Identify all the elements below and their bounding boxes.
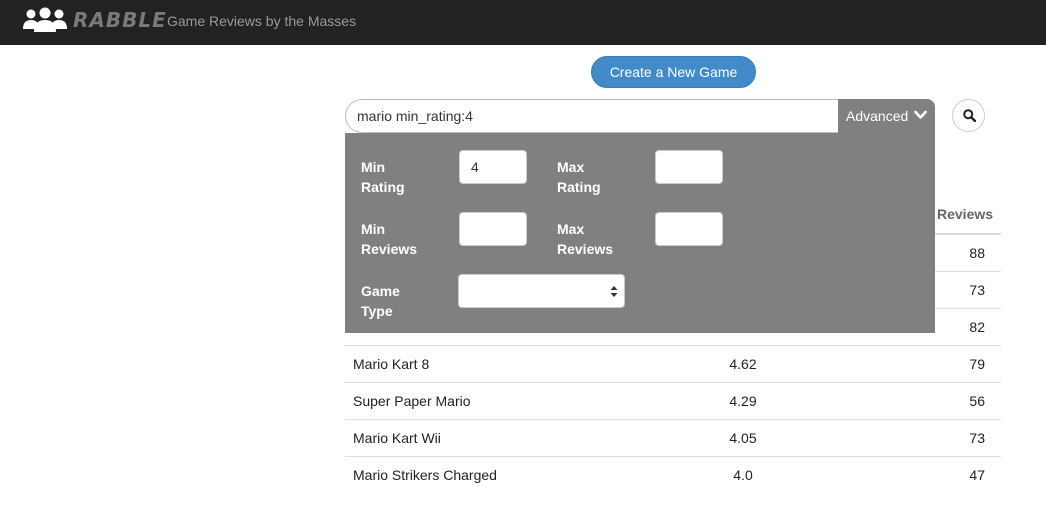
create-game-button[interactable]: Create a New Game (591, 56, 756, 88)
brand-logo[interactable]: RABBLE (73, 8, 167, 32)
game-type-label: Game Type (361, 283, 400, 319)
search-button[interactable] (952, 99, 985, 132)
game-reviews: 82 (969, 319, 985, 335)
reviews-column-header[interactable]: Reviews (937, 206, 993, 222)
brand-tagline: Game Reviews by the Masses (167, 13, 357, 29)
game-rating: 4.0 (733, 467, 753, 483)
min-reviews-label: Min Reviews (361, 221, 418, 257)
advanced-search-panel: Min Rating Max Rating Min Reviews Max Re… (345, 133, 935, 333)
navbar: RABBLE Game Reviews by the Masses (0, 0, 1046, 45)
table-row[interactable]: Mario Kart Wii 4.05 73 (345, 419, 1001, 456)
max-rating-label: Max Rating (557, 159, 601, 195)
game-reviews: 79 (969, 356, 985, 372)
game-name[interactable]: Mario Strikers Charged (353, 467, 497, 483)
max-reviews-label: Max Reviews (557, 221, 614, 257)
users-icon (23, 7, 67, 32)
game-rating: 4.29 (729, 393, 757, 409)
game-reviews: 47 (969, 467, 985, 483)
game-name[interactable]: Super Paper Mario (353, 393, 471, 409)
min-rating-input[interactable] (459, 150, 527, 184)
table-row[interactable]: Mario Strikers Charged 4.0 47 (345, 456, 1001, 493)
min-rating-label: Min Rating (361, 159, 405, 195)
search-group: Advanced (345, 99, 935, 133)
search-icon (963, 109, 976, 122)
game-reviews: 88 (969, 245, 985, 261)
min-reviews-input[interactable] (459, 212, 527, 246)
max-reviews-input[interactable] (655, 212, 723, 246)
advanced-label: Advanced (846, 108, 909, 124)
game-rating: 4.05 (729, 430, 757, 446)
game-reviews: 73 (969, 282, 985, 298)
game-reviews: 56 (969, 393, 985, 409)
table-row[interactable]: Super Paper Mario 4.29 56 (345, 382, 1001, 419)
game-reviews: 73 (969, 430, 985, 446)
table-row[interactable]: Mario Kart 8 4.62 79 (345, 345, 1001, 382)
chevron-down-icon (914, 110, 927, 119)
max-rating-input[interactable] (655, 150, 723, 184)
game-name[interactable]: Mario Kart Wii (353, 430, 441, 446)
select-arrows-icon (610, 286, 618, 297)
game-name[interactable]: Mario Kart 8 (353, 356, 429, 372)
game-rating: 4.62 (729, 356, 757, 372)
game-type-select[interactable] (458, 274, 625, 308)
advanced-toggle[interactable]: Advanced (838, 99, 935, 133)
search-input[interactable] (345, 99, 839, 133)
